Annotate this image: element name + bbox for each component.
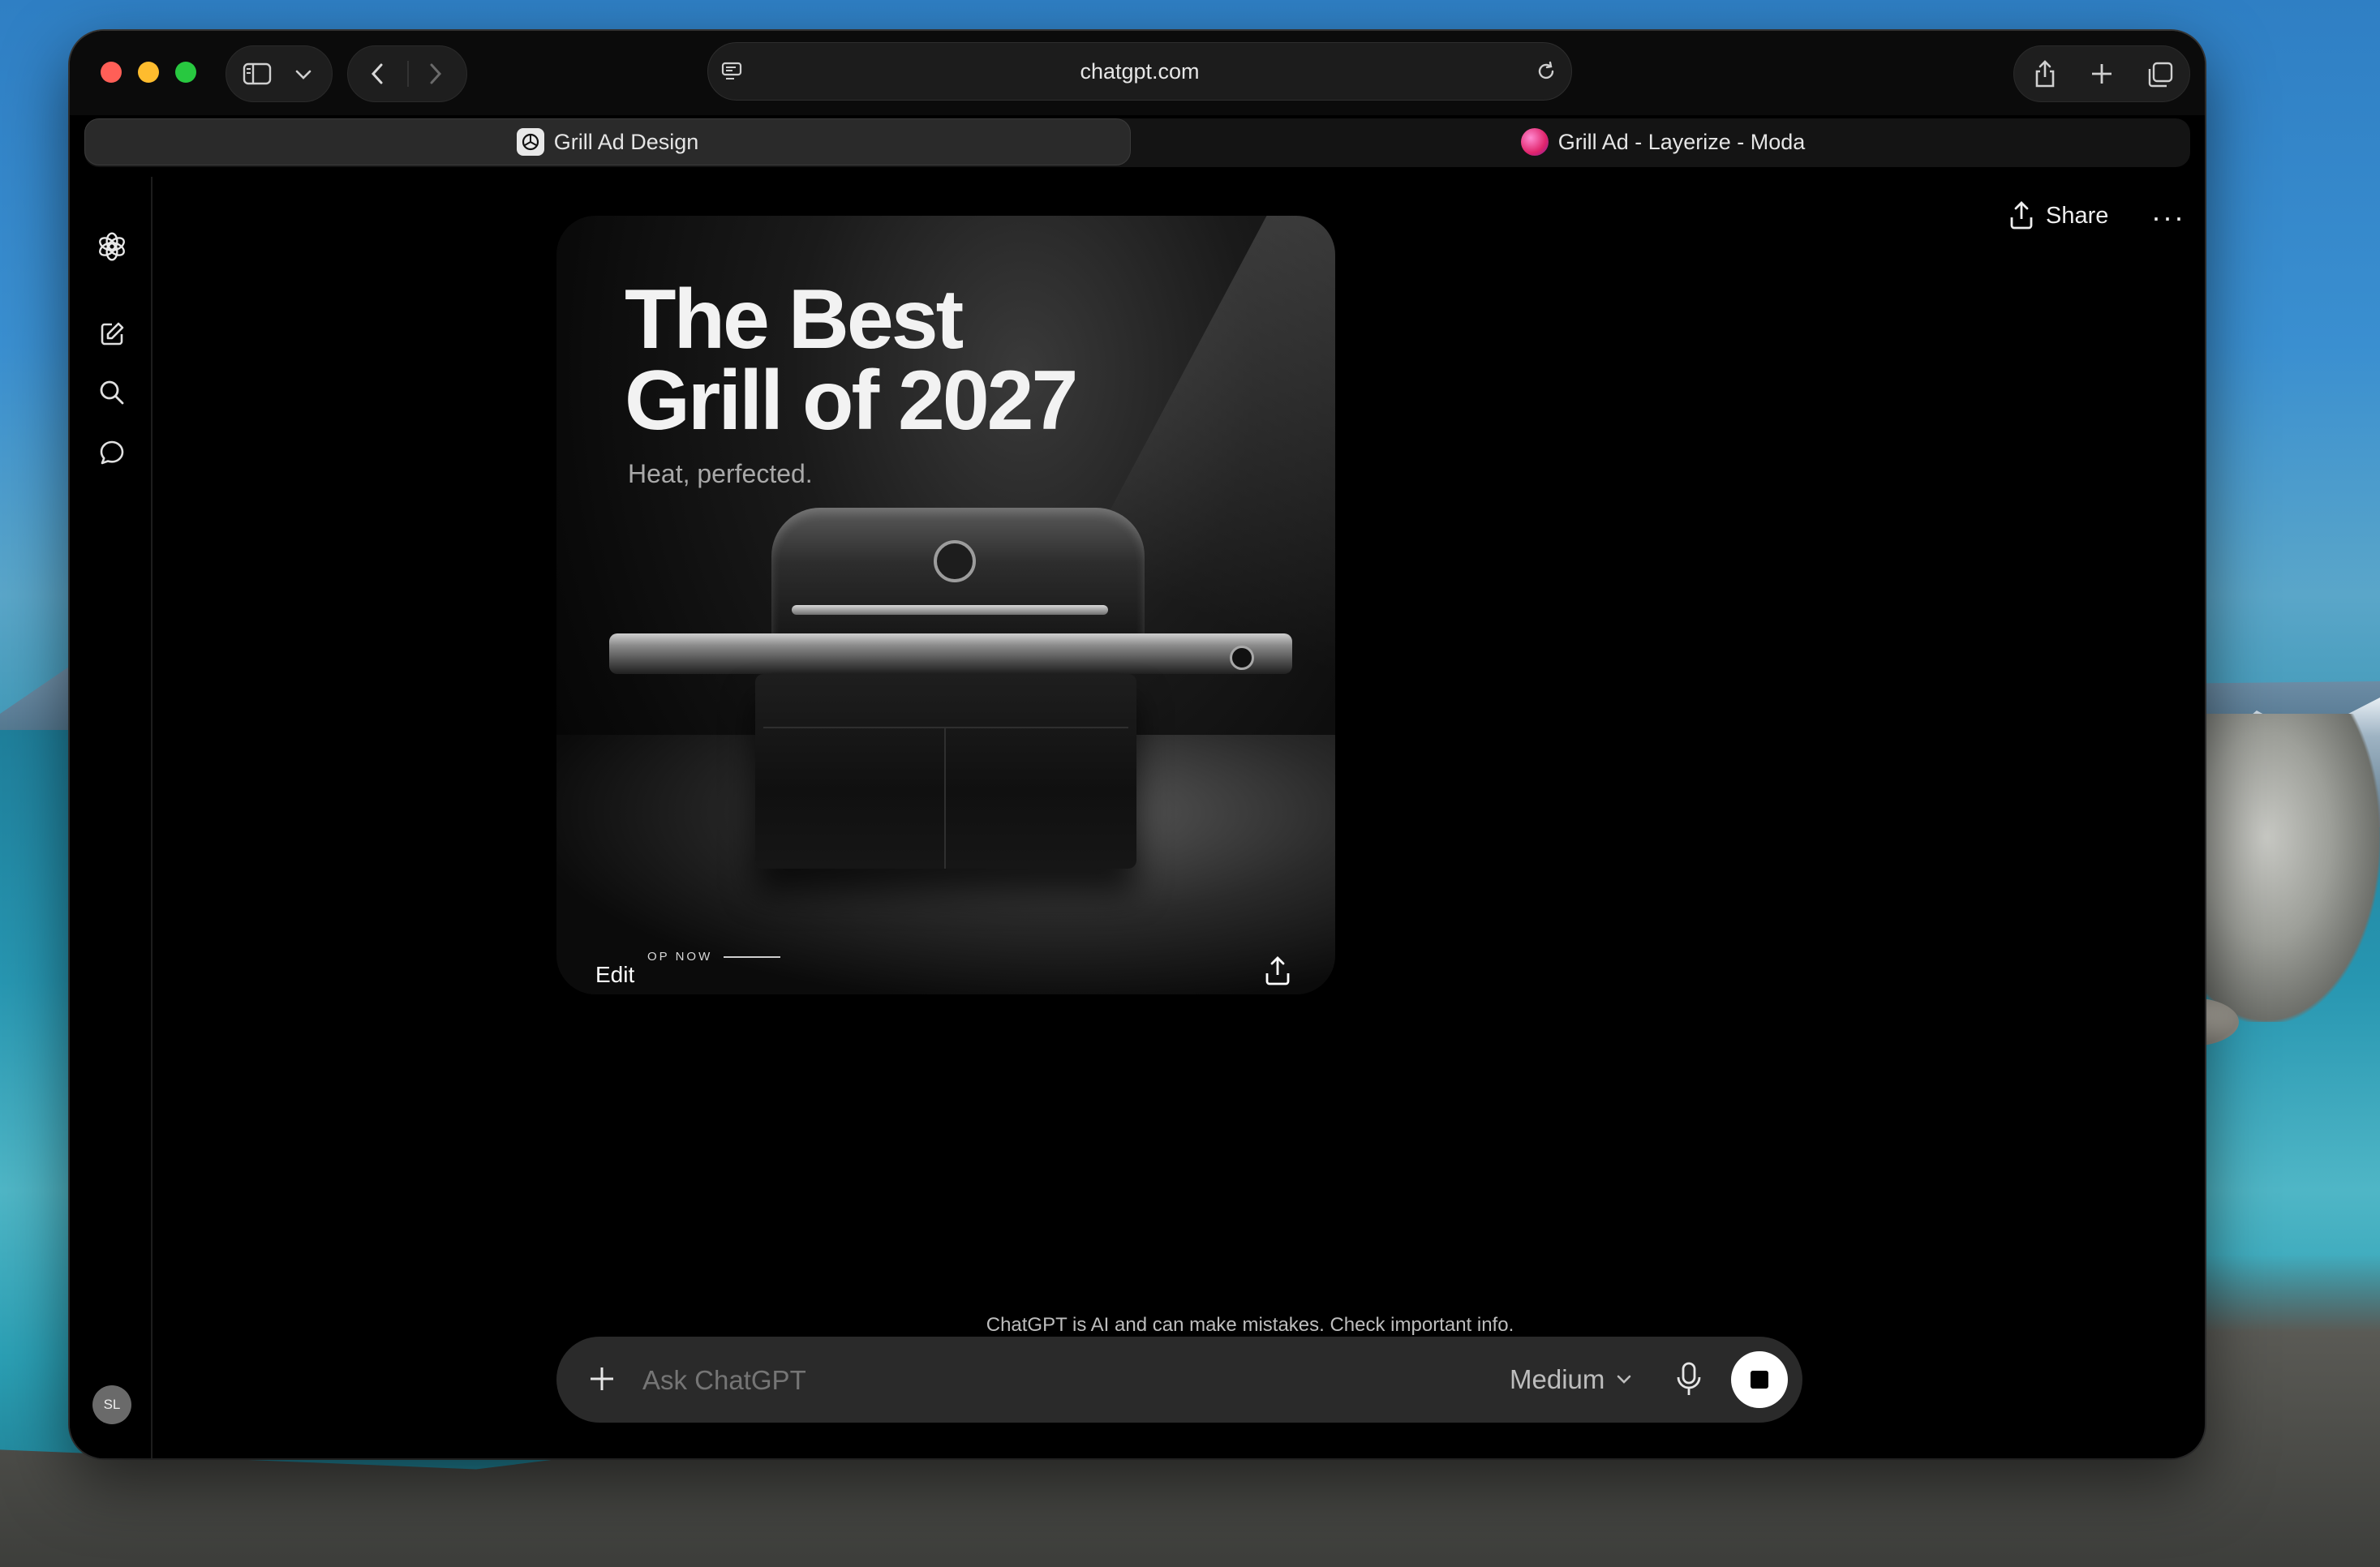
history-nav-group <box>347 45 467 102</box>
sidebar-toggle-icon[interactable] <box>241 59 273 88</box>
tab-grill-ad-layerize[interactable]: Grill Ad - Layerize - Moda <box>1136 118 2190 165</box>
desktop-rocks <box>2190 714 2380 1022</box>
upload-icon <box>2010 201 2033 230</box>
chevron-right-icon <box>430 63 442 84</box>
url-text[interactable]: chatgpt.com <box>708 59 1571 84</box>
reload-icon[interactable] <box>1534 59 1558 84</box>
grill-handle <box>792 605 1108 615</box>
tab-label: Grill Ad - Layerize - Moda <box>1557 129 1806 154</box>
download-image-button[interactable] <box>1264 956 1291 991</box>
grill-door-split <box>944 727 946 869</box>
new-chat-icon[interactable] <box>96 318 128 350</box>
chevron-left-icon <box>371 63 383 84</box>
generated-ad-image[interactable]: The Best Grill of 2027 Heat, perfected. … <box>556 216 1335 994</box>
close-window-button[interactable] <box>101 62 122 83</box>
more-options-button[interactable]: ··· <box>2151 201 2185 234</box>
fullscreen-window-button[interactable] <box>175 62 196 83</box>
chatgpt-logo-icon[interactable] <box>96 230 128 263</box>
chatgpt-logo-icon <box>516 128 544 156</box>
ad-headline: The Best Grill of 2027 <box>625 273 1078 448</box>
model-selector[interactable]: Medium <box>1510 1364 1632 1395</box>
moda-logo-icon <box>1520 128 1549 156</box>
new-tab-icon[interactable] <box>2087 59 2116 88</box>
edit-image-button[interactable]: Edit <box>595 962 634 988</box>
upload-icon <box>1265 956 1290 985</box>
forward-button[interactable] <box>421 59 450 88</box>
grill-cabinet <box>755 674 1136 869</box>
share-page-icon[interactable] <box>2029 58 2061 90</box>
grill-thermometer <box>934 540 976 582</box>
attach-button[interactable] <box>584 1361 620 1401</box>
tab-overview-icon[interactable] <box>2144 59 2176 90</box>
toolbar-actions-group <box>2013 45 2190 102</box>
chat-bubble-icon[interactable] <box>96 436 128 469</box>
minimize-window-button[interactable] <box>138 62 159 83</box>
stop-generating-button[interactable] <box>1731 1351 1788 1408</box>
app-sidebar: SL <box>70 177 153 1458</box>
voice-input-button[interactable] <box>1674 1361 1703 1402</box>
grill-knob <box>1230 646 1254 670</box>
model-label: Medium <box>1510 1364 1605 1394</box>
tab-bar: Grill Ad Design Grill Ad - Layerize - Mo… <box>84 118 2190 167</box>
ad-cta: OP NOW <box>647 950 713 964</box>
sidebar-toggle-group <box>226 45 333 102</box>
avatar[interactable]: SL <box>92 1385 131 1424</box>
message-composer: Medium <box>556 1337 1802 1423</box>
share-button[interactable]: Share <box>2008 201 2108 230</box>
plus-icon <box>591 1367 613 1390</box>
tab-grill-ad-design[interactable]: Grill Ad Design <box>84 118 1131 165</box>
stop-icon <box>1751 1371 1768 1389</box>
arrow-right-icon <box>724 956 780 958</box>
address-bar[interactable]: chatgpt.com <box>707 42 1572 101</box>
search-icon[interactable] <box>96 376 128 409</box>
tab-label: Grill Ad Design <box>553 129 699 154</box>
grill-side-shelves <box>609 633 1292 674</box>
grill-door-seam <box>763 727 1128 728</box>
share-label: Share <box>2046 202 2109 229</box>
disclaimer-text: ChatGPT is AI and can make mistakes. Che… <box>986 1314 1514 1336</box>
chevron-down-icon <box>1617 1375 1631 1384</box>
browser-toolbar: chatgpt.com <box>70 31 2205 115</box>
back-button[interactable] <box>363 59 392 88</box>
chevron-down-icon[interactable] <box>291 62 316 87</box>
chat-input[interactable] <box>641 1364 1374 1397</box>
microphone-icon <box>1677 1362 1701 1395</box>
browser-window: chatgpt.com Grill Ad Design Grill Ad - L… <box>70 31 2205 1458</box>
ad-subtitle: Heat, perfected. <box>628 459 813 488</box>
